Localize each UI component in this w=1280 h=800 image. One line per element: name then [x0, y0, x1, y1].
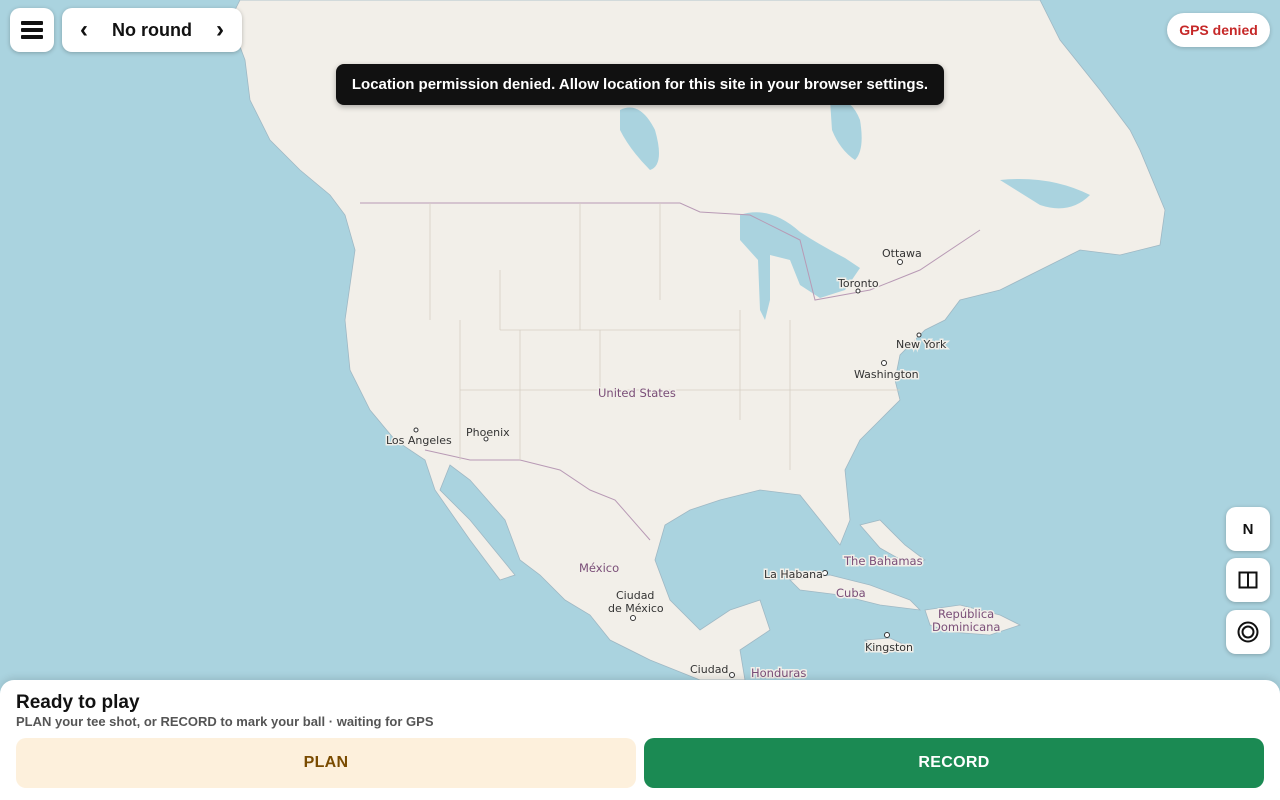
city-marker-guatemala — [729, 672, 735, 678]
round-label: No round — [112, 19, 192, 40]
north-button[interactable]: N — [1226, 507, 1270, 551]
map-label-republica-line1: República — [938, 607, 994, 621]
location-denied-toast: Location permission denied. Allow locati… — [336, 64, 944, 105]
chevron-right-icon[interactable]: › — [210, 18, 230, 42]
city-marker-kingston — [884, 632, 890, 638]
layers-button[interactable] — [1226, 558, 1270, 602]
city-marker-mexico-city — [630, 615, 636, 621]
map-label-phoenix: Phoenix — [466, 426, 510, 439]
map-label-ottawa: Ottawa — [882, 247, 922, 260]
city-marker-new-york — [916, 332, 922, 338]
map-label-the-bahamas: The Bahamas — [843, 554, 923, 568]
map-label-new-york: New York — [896, 338, 947, 351]
chevron-left-icon[interactable]: ‹ — [74, 18, 94, 42]
map-label-republica-line2: Dominicana — [932, 620, 1000, 634]
map-label-washington: Washington — [854, 368, 919, 381]
map-label-honduras: Honduras — [751, 666, 806, 680]
status-subtitle: PLAN your tee shot, or RECORD to mark yo… — [16, 714, 434, 729]
locate-button[interactable] — [1226, 610, 1270, 654]
gps-status-badge[interactable]: GPS denied — [1167, 13, 1270, 47]
menu-button[interactable] — [10, 8, 54, 52]
map-label-mexico: México — [579, 561, 619, 575]
map-label-la-habana: La Habana — [764, 568, 823, 581]
map-label-los-angeles: Los Angeles — [386, 434, 452, 447]
map-label-cuba: Cuba — [836, 586, 866, 600]
map-label-united-states: United States — [598, 386, 676, 400]
status-title: Ready to play — [16, 692, 140, 713]
map-label-ciudad-de-mexico-line2: de México — [608, 602, 664, 615]
bottom-panel: Ready to play PLAN your tee shot, or REC… — [0, 680, 1280, 800]
hamburger-icon — [21, 21, 43, 39]
city-marker-los-angeles — [413, 427, 419, 433]
map-label-ciudad-de-mexico-line1: Ciudad — [616, 589, 654, 602]
map-label-toronto: Toronto — [837, 277, 879, 290]
round-selector: ‹ No round › — [62, 8, 242, 52]
split-view-icon — [1238, 571, 1258, 589]
map-label-ciudad-guatemala: Ciudad — [690, 663, 728, 676]
city-marker-ottawa — [897, 259, 903, 265]
city-marker-washington — [881, 360, 887, 366]
plan-button[interactable]: PLAN — [16, 738, 636, 788]
city-marker-la-habana — [822, 570, 828, 576]
map-label-kingston: Kingston — [865, 641, 913, 654]
record-button[interactable]: RECORD — [644, 738, 1264, 788]
target-icon — [1237, 621, 1259, 643]
